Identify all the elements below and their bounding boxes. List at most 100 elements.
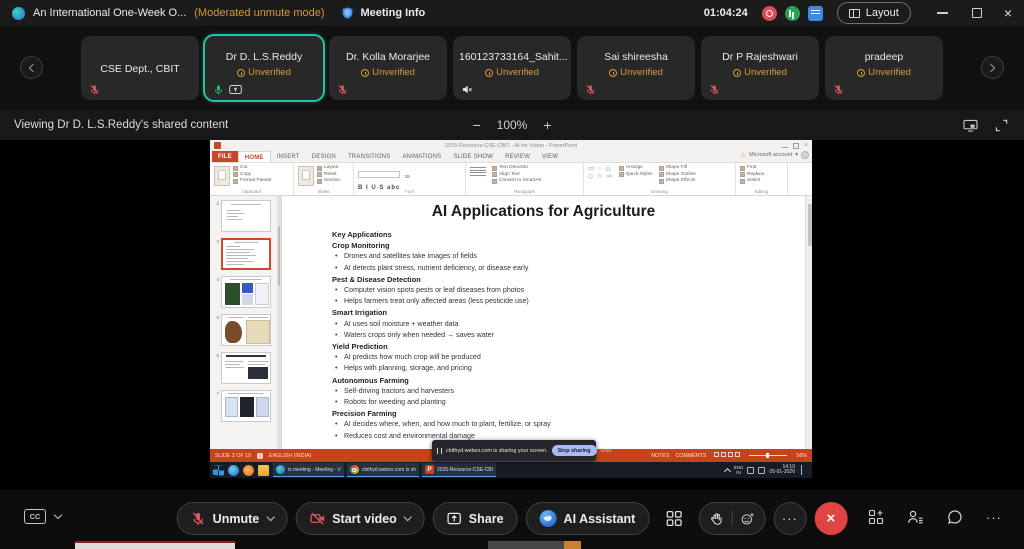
captions-chevron-icon[interactable] (54, 511, 62, 519)
ribbon-tab-home[interactable]: HOME (238, 151, 271, 162)
ppt-close-button[interactable]: × (804, 143, 808, 149)
reactions-button[interactable] (740, 512, 754, 526)
convert-smartart-button[interactable]: Convert to SmartArt (492, 178, 541, 185)
zoom-slider[interactable] (749, 455, 787, 456)
ppt-restore-button[interactable] (793, 143, 799, 149)
paste-button[interactable] (214, 166, 230, 186)
scroll-right-button[interactable] (981, 56, 1004, 79)
raise-hand-button[interactable] (709, 512, 723, 526)
action-center-icon[interactable] (801, 465, 809, 475)
participant-tile[interactable]: Dr D. L.S.ReddyUnverified (205, 36, 323, 100)
ppt-minimize-button[interactable] (782, 147, 788, 148)
spellcheck-icon[interactable] (257, 453, 263, 459)
ribbon-tab-view[interactable]: VIEW (536, 151, 564, 162)
taskbar-clock[interactable]: 14:1005-01-2026 (769, 465, 795, 476)
edge-browser-icon[interactable] (228, 465, 239, 476)
slide-thumbnail[interactable] (221, 314, 271, 346)
maximize-button[interactable] (972, 8, 982, 18)
record-indicator-icon[interactable] (762, 6, 777, 21)
leave-meeting-button[interactable]: × (814, 502, 847, 535)
ai-assistant-button[interactable]: AI Assistant (526, 502, 650, 535)
view-slideshow-icon[interactable] (735, 452, 740, 457)
notes-icon[interactable] (808, 6, 823, 21)
video-chevron-icon[interactable] (404, 513, 412, 521)
stop-sharing-button[interactable]: Stop sharing (552, 445, 597, 456)
shape-effects-button[interactable]: Shape Effects (659, 178, 696, 185)
ribbon-tab-file[interactable]: FILE (212, 151, 238, 162)
participant-tile[interactable]: 160123733164_Sahit...Unverified (453, 36, 571, 100)
slide-thumbnail[interactable] (221, 238, 271, 270)
view-sorter-icon[interactable] (721, 452, 726, 457)
closed-captions-button[interactable]: CC (24, 509, 46, 524)
slide-thumbnail[interactable] (221, 276, 271, 308)
touch-keyboard-icon[interactable] (747, 467, 754, 474)
view-reading-icon[interactable] (728, 452, 733, 457)
meeting-info-button[interactable]: Meeting Info (361, 7, 426, 19)
participant-tile[interactable]: Dr. Kolla MorarjeeUnverified (329, 36, 447, 100)
view-normal-icon[interactable] (714, 452, 719, 457)
font-size-box[interactable]: 28 (404, 175, 409, 180)
ribbon-tab-transitions[interactable]: TRANSITIONS (342, 151, 397, 162)
slide-thumbnail[interactable] (221, 200, 271, 232)
zoom-out-button[interactable]: − (472, 117, 480, 133)
taskbar-app-webex[interactable]: is meeting - Meeting - V (273, 463, 344, 477)
thumbnail-scrollbar[interactable] (277, 196, 281, 449)
tray-expand-icon[interactable] (724, 467, 731, 474)
ribbon-tab-review[interactable]: REVIEW (499, 151, 536, 162)
apps-button[interactable] (868, 509, 884, 525)
start-button-icon[interactable] (213, 465, 224, 476)
network-stats-icon[interactable] (785, 6, 800, 21)
expand-fullscreen-icon[interactable] (995, 119, 1008, 132)
ppt-zoom-level[interactable]: 56% (796, 453, 807, 459)
minimize-button[interactable] (937, 12, 948, 14)
layout-button[interactable]: Layout (837, 2, 911, 24)
share-button[interactable]: Share (433, 502, 518, 535)
unmute-button[interactable]: Unmute (177, 502, 288, 535)
chat-button[interactable] (947, 509, 963, 525)
apps-panel-button[interactable] (657, 502, 690, 535)
unmute-chevron-icon[interactable] (266, 513, 274, 521)
shapes-gallery[interactable]: ▭ ○ △◇ ☆ ⇨ (588, 165, 613, 186)
select-button[interactable]: Select (740, 178, 783, 185)
zoom-in-button[interactable]: + (543, 117, 551, 133)
participants-button[interactable] (907, 509, 924, 525)
hide-notice-button[interactable]: Hide (601, 448, 612, 454)
taskbar-app-powerpoint[interactable]: P2025-Resource-CSE-CBI (422, 463, 496, 477)
participant-tile[interactable]: Dr P RajeshwariUnverified (701, 36, 819, 100)
participant-tile[interactable]: pradeepUnverified (825, 36, 943, 100)
firefox-browser-icon[interactable] (243, 465, 254, 476)
language-indicator[interactable]: ENGIN (734, 465, 744, 475)
tray-icon[interactable] (758, 467, 765, 474)
slide-canvas[interactable]: AI Applications for Agriculture Key Appl… (282, 196, 805, 449)
participant-tile[interactable]: Sai shireeshaUnverified (577, 36, 695, 100)
scroll-left-button[interactable] (20, 56, 43, 79)
start-video-button[interactable]: Start video (295, 502, 425, 535)
more-options-button[interactable]: ··· (773, 502, 806, 535)
taskbar-app-chrome[interactable]: cbithyd.webex.com is sh (347, 463, 419, 477)
mic-on-icon (213, 84, 224, 95)
ribbon-tab-animations[interactable]: ANIMATIONS (396, 151, 447, 162)
quick-styles-button[interactable]: Quick Styles (619, 172, 653, 179)
notes-toggle[interactable]: NOTES (651, 453, 669, 459)
paragraph-align-icons[interactable] (470, 165, 486, 186)
account-chip[interactable]: ⚠ Microsoft account ▾ (741, 151, 809, 159)
participant-tile[interactable]: CSE Dept., CBIT (81, 36, 199, 100)
comments-toggle[interactable]: COMMENTS (675, 453, 706, 459)
ribbon-tab-slide-show[interactable]: SLIDE SHOW (447, 151, 499, 162)
slide-thumbnail[interactable] (221, 390, 271, 422)
language-label[interactable]: ENGLISH (INDIA) (269, 453, 311, 459)
format-painter-button[interactable]: Format Painter (233, 178, 289, 185)
slide-thumbnail[interactable] (221, 352, 271, 384)
close-button[interactable]: × (1004, 6, 1012, 20)
new-slide-button[interactable] (298, 166, 314, 186)
slide-scrollbar[interactable] (805, 196, 812, 449)
ribbon-tab-bar: FILEHOMEINSERTDESIGNTRANSITIONSANIMATION… (210, 151, 812, 163)
file-explorer-icon[interactable] (258, 465, 269, 476)
ribbon-tab-design[interactable]: DESIGN (306, 151, 342, 162)
more-panels-button[interactable]: ··· (986, 510, 1002, 525)
view-on-display-icon[interactable] (963, 119, 978, 132)
ribbon-tab-insert[interactable]: INSERT (271, 151, 306, 162)
speaker-muted-icon (461, 84, 473, 95)
font-name-box[interactable] (358, 171, 400, 178)
section-button[interactable]: Section (317, 178, 349, 185)
